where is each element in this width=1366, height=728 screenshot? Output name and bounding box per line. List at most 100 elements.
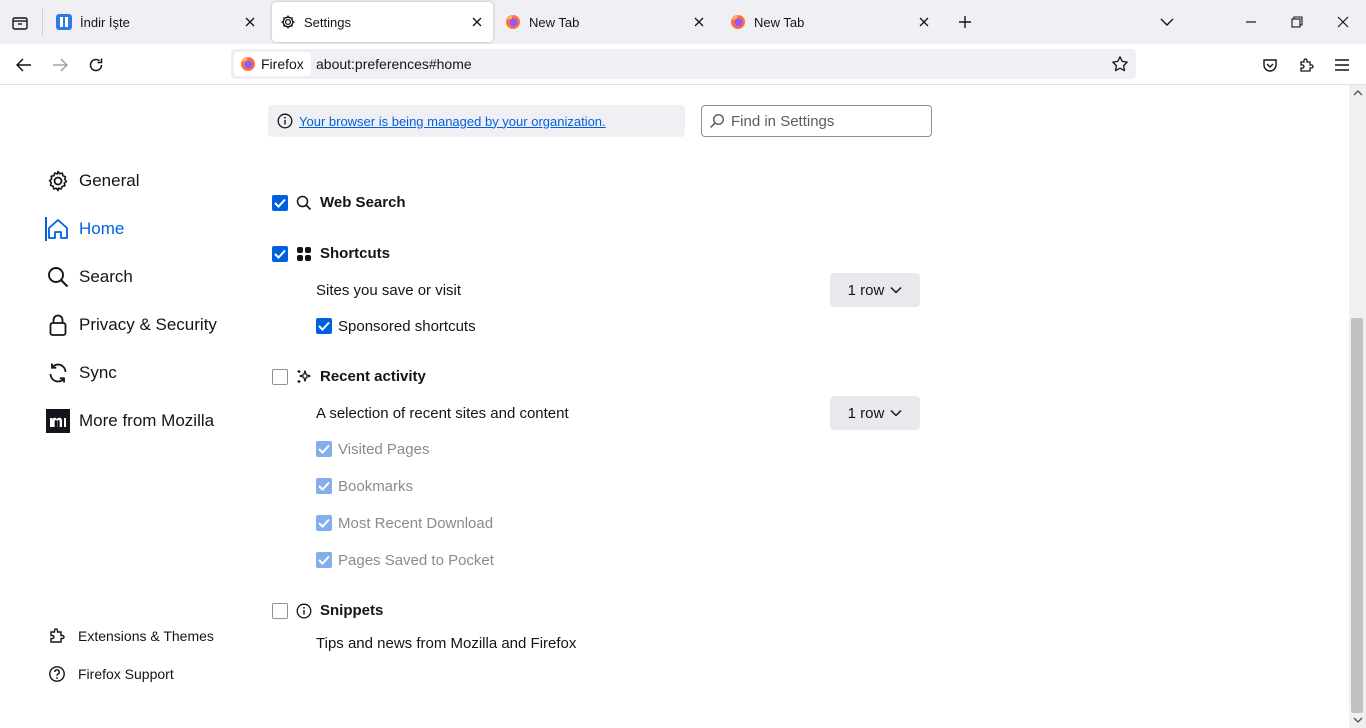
- info-icon: [277, 113, 293, 129]
- shortcuts-heading: Shortcuts: [296, 245, 390, 262]
- checkmark-icon: [318, 481, 330, 491]
- reload-button[interactable]: [85, 54, 107, 76]
- category-sync[interactable]: Sync: [45, 357, 117, 389]
- url-text[interactable]: about:preferences#home: [316, 56, 472, 72]
- identity-label: Firefox: [261, 56, 304, 72]
- identity-box[interactable]: Firefox: [234, 52, 311, 76]
- recent-activity-heading: Recent activity: [296, 368, 426, 385]
- category-general[interactable]: General: [45, 165, 139, 197]
- home-icon: [45, 216, 71, 242]
- most-recent-download-checkbox[interactable]: [316, 515, 332, 531]
- minimize-button[interactable]: [1240, 11, 1262, 33]
- firefox-icon: [505, 14, 521, 30]
- close-tab-icon[interactable]: [916, 14, 932, 30]
- pocket-button[interactable]: [1259, 54, 1281, 76]
- search-icon: [45, 264, 71, 290]
- category-label: Sync: [79, 363, 117, 382]
- footer-link-label: Extensions & Themes: [78, 628, 214, 644]
- category-home[interactable]: Home: [45, 213, 124, 245]
- recent-activity-rows-select[interactable]: 1 row: [830, 396, 920, 430]
- close-window-button[interactable]: [1332, 11, 1354, 33]
- checkmark-icon: [318, 321, 330, 331]
- pages-saved-to-pocket-label: Pages Saved to Pocket: [338, 552, 494, 569]
- back-button[interactable]: [13, 54, 35, 76]
- shortcuts-grid-icon: [296, 246, 312, 262]
- navigation-toolbar: Firefox about:preferences#home: [0, 44, 1366, 85]
- indir-favicon: [56, 14, 72, 30]
- close-icon: [1337, 16, 1349, 28]
- bookmark-star-icon[interactable]: [1110, 54, 1130, 74]
- firefox-icon: [240, 56, 256, 72]
- recent-activity-checkbox[interactable]: [272, 369, 288, 385]
- tab-label: New Tab: [529, 14, 580, 30]
- most-recent-download-label: Most Recent Download: [338, 515, 494, 532]
- recent-activity-label: Recent activity: [320, 368, 426, 385]
- puzzle-icon: [1300, 58, 1314, 72]
- close-tab-icon[interactable]: [691, 14, 707, 30]
- category-label: General: [79, 171, 140, 190]
- chevron-down-icon: [890, 286, 902, 294]
- close-tab-icon[interactable]: [469, 14, 485, 30]
- extensions-themes-link[interactable]: Extensions & Themes: [47, 624, 214, 648]
- search-icon: [296, 195, 312, 211]
- minimize-icon: [1246, 21, 1256, 23]
- search-input[interactable]: Find in Settings: [701, 105, 932, 137]
- sponsored-shortcuts-label: Sponsored shortcuts: [338, 318, 476, 335]
- tab-strip: İndir İşte Settings New Tab New Tab: [0, 0, 1366, 44]
- reload-icon: [89, 58, 103, 72]
- web-search-checkbox[interactable]: [272, 195, 288, 211]
- hamburger-menu-icon: [1335, 59, 1349, 71]
- list-all-tabs-button[interactable]: [1156, 11, 1178, 33]
- close-tab-icon[interactable]: [242, 14, 258, 30]
- arrow-right-icon: [53, 58, 68, 72]
- shortcuts-checkbox[interactable]: [272, 246, 288, 262]
- tab-label: New Tab: [754, 14, 805, 30]
- search-placeholder: Find in Settings: [731, 112, 835, 130]
- plus-icon: [959, 16, 971, 28]
- category-search[interactable]: Search: [45, 261, 133, 293]
- snippets-label: Snippets: [320, 602, 384, 619]
- search-icon: [709, 113, 725, 129]
- snippets-checkbox[interactable]: [272, 603, 288, 619]
- visited-pages-checkbox[interactable]: [316, 441, 332, 457]
- chevron-down-icon: [890, 409, 902, 417]
- tab-settings[interactable]: Settings: [272, 2, 493, 42]
- category-more-from-mozilla[interactable]: More from Mozilla: [45, 405, 214, 437]
- firefox-view-button[interactable]: [8, 11, 32, 35]
- settings-page: Your browser is being managed by your or…: [0, 85, 1349, 728]
- shortcuts-description: Sites you save or visit: [316, 282, 462, 299]
- category-privacy[interactable]: Privacy & Security: [45, 309, 217, 341]
- new-tab-button[interactable]: [954, 11, 976, 33]
- snippets-description: Tips and news from Mozilla and Firefox: [316, 635, 577, 652]
- restore-button[interactable]: [1286, 11, 1308, 33]
- bookmarks-label: Bookmarks: [338, 478, 414, 495]
- mozilla-icon: [45, 408, 71, 434]
- help-icon: [47, 664, 67, 684]
- bookmarks-checkbox[interactable]: [316, 478, 332, 494]
- policies-notice: Your browser is being managed by your or…: [268, 105, 685, 137]
- tab-label: İndir İşte: [80, 14, 130, 30]
- sponsored-shortcuts-checkbox[interactable]: [316, 318, 332, 334]
- tab-new-tab[interactable]: New Tab: [497, 2, 715, 42]
- checkmark-icon: [274, 249, 286, 259]
- extensions-button[interactable]: [1295, 54, 1317, 76]
- scroll-down-arrow-icon[interactable]: [1352, 715, 1363, 725]
- app-menu-button[interactable]: [1331, 54, 1353, 76]
- scrollbar-thumb[interactable]: [1351, 318, 1363, 713]
- policies-link[interactable]: Your browser is being managed by your or…: [299, 114, 606, 129]
- url-bar[interactable]: Firefox about:preferences#home: [231, 49, 1136, 79]
- firefox-support-link[interactable]: Firefox Support: [47, 662, 174, 686]
- tab-new-tab[interactable]: New Tab: [722, 2, 940, 42]
- checkmark-icon: [318, 518, 330, 528]
- checkmark-icon: [274, 198, 286, 208]
- tab-indir-iste[interactable]: İndir İşte: [48, 2, 266, 42]
- category-label: More from Mozilla: [79, 411, 215, 430]
- recent-activity-description: A selection of recent sites and content: [316, 405, 569, 422]
- info-icon: [296, 603, 312, 619]
- forward-button[interactable]: [49, 54, 71, 76]
- scroll-up-arrow-icon[interactable]: [1352, 88, 1363, 98]
- snippets-heading: Snippets: [296, 602, 383, 619]
- shortcuts-rows-select[interactable]: 1 row: [830, 273, 920, 307]
- vertical-scrollbar[interactable]: [1349, 85, 1366, 728]
- pages-saved-to-pocket-checkbox[interactable]: [316, 552, 332, 568]
